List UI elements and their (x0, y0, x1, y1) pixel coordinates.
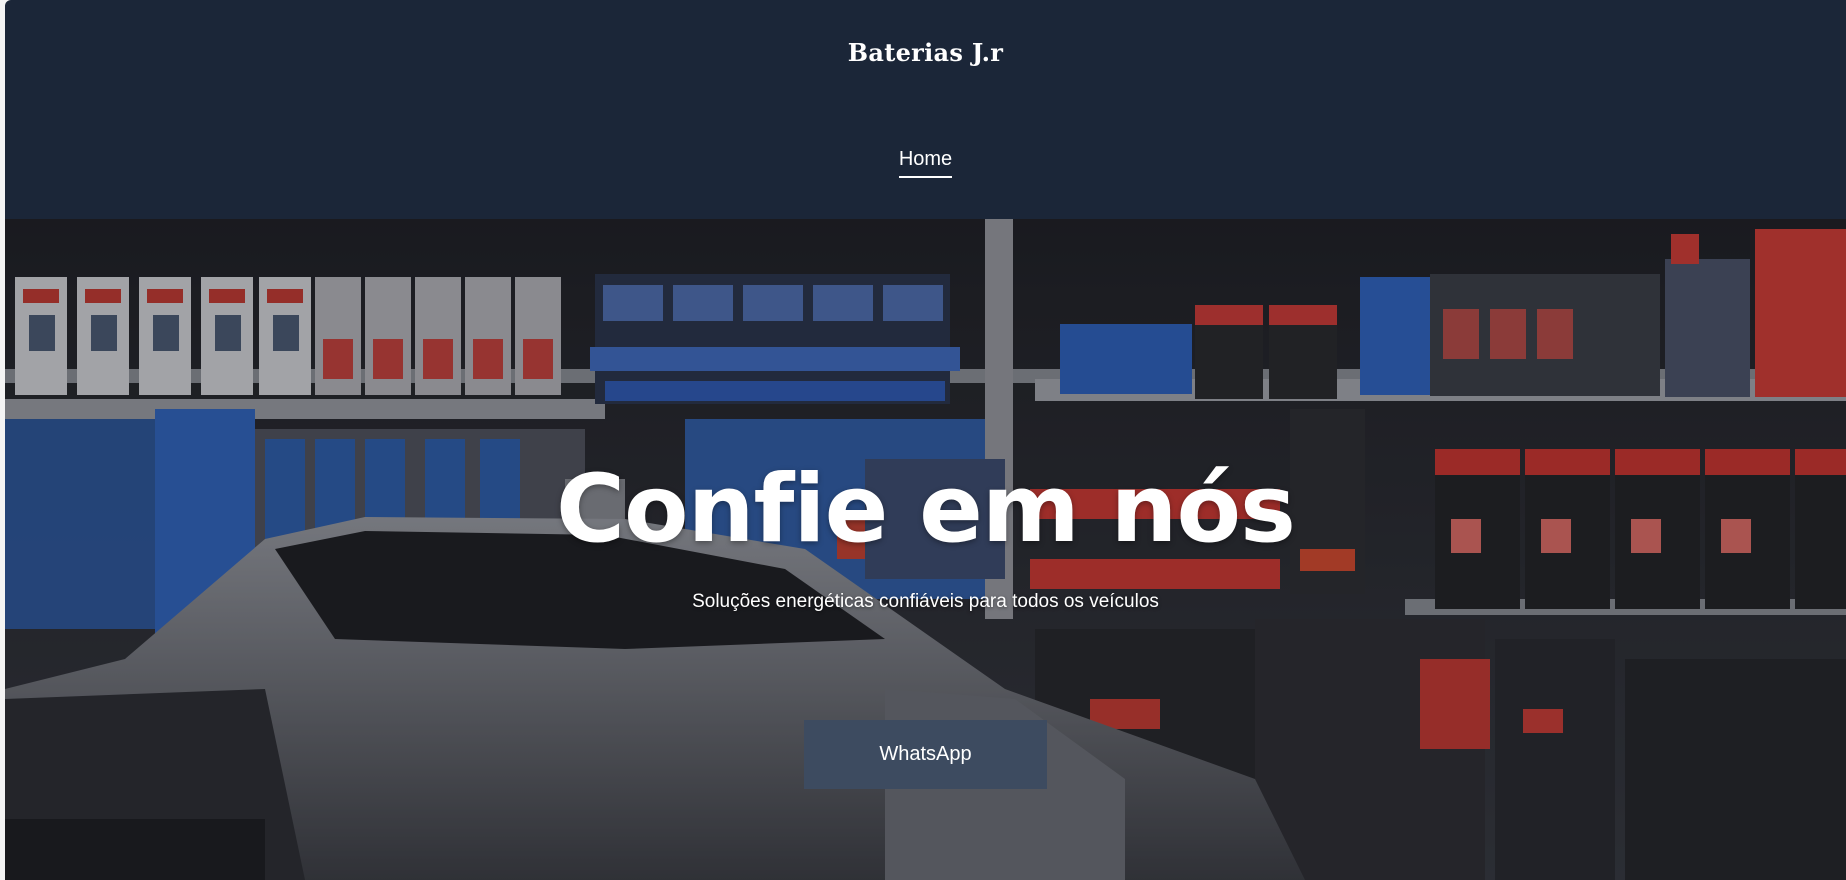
hero-section: Confie em nós Soluções energéticas confi… (5, 219, 1846, 880)
hero-subtitle: Soluções energéticas confiáveis para tod… (692, 591, 1159, 612)
site-header: Baterias J.r Home (5, 0, 1846, 219)
nav-home-link[interactable]: Home (898, 148, 953, 178)
page: Baterias J.r Home Confie em nós Soluções… (5, 0, 1846, 880)
site-brand[interactable]: Baterias J.r (5, 38, 1846, 67)
hero-title: Confie em nós (556, 455, 1296, 564)
whatsapp-button[interactable]: WhatsApp (804, 720, 1047, 789)
main-nav: Home (5, 148, 1846, 178)
